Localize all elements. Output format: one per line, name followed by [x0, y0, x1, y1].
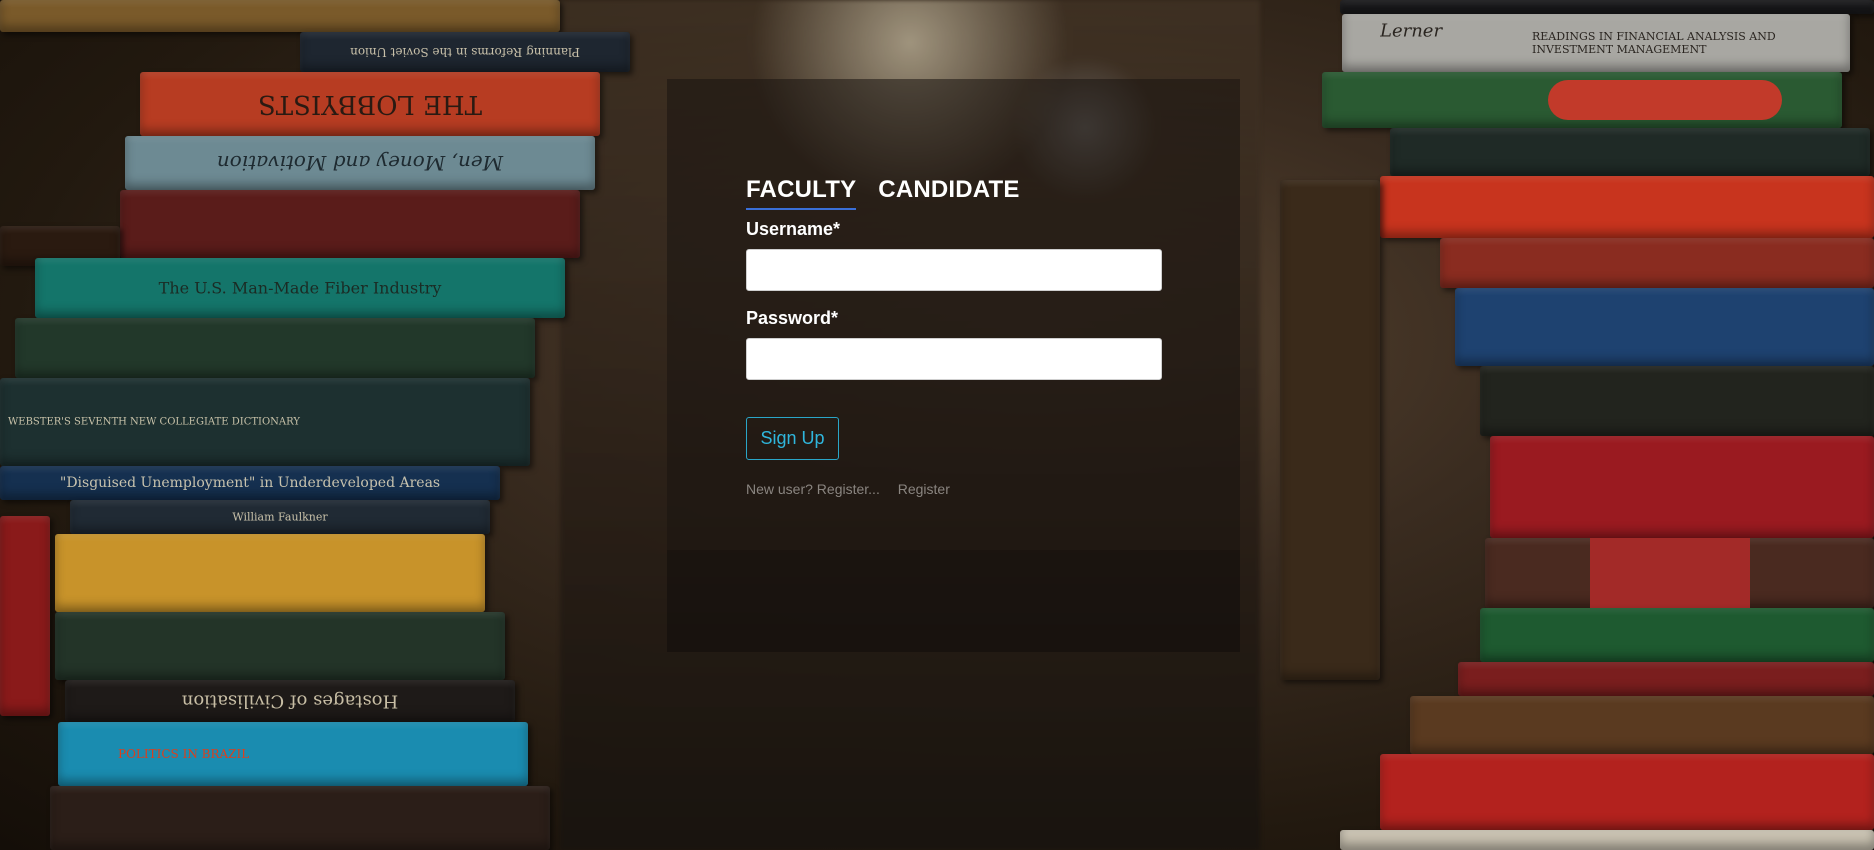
- book-label: [1548, 80, 1782, 120]
- login-panel-footer: [667, 550, 1240, 652]
- book: Planning Reforms in the Soviet Union: [300, 32, 630, 72]
- book-title: Men, Money and Motivation: [216, 151, 504, 175]
- book-title: READINGS IN FINANCIAL ANALYSIS AND INVES…: [1532, 30, 1776, 56]
- book: [1340, 830, 1874, 850]
- book: Lerner READINGS IN FINANCIAL ANALYSIS AN…: [1342, 14, 1850, 72]
- book: [1440, 238, 1874, 288]
- book: The U.S. Man-Made Fiber Industry: [35, 258, 565, 318]
- book: [1390, 128, 1870, 176]
- book: [1490, 436, 1874, 538]
- book: Hostages of Civilisation: [65, 680, 515, 722]
- book-label: [1590, 538, 1750, 608]
- register-link[interactable]: Register: [898, 481, 950, 497]
- book: [1480, 608, 1874, 662]
- book: [1380, 176, 1874, 238]
- book-title: THE LOBBYISTS: [258, 89, 482, 119]
- book-title: Planning Reforms in the Soviet Union: [350, 45, 580, 59]
- book: [1458, 662, 1874, 696]
- book: WEBSTER'S SEVENTH NEW COLLEGIATE DICTION…: [0, 378, 530, 466]
- right-book-stack: Lerner READINGS IN FINANCIAL ANALYSIS AN…: [1240, 0, 1874, 850]
- book: [1410, 696, 1874, 754]
- sign-up-button[interactable]: Sign Up: [746, 417, 839, 460]
- book: [55, 612, 505, 680]
- register-links: New user? Register... Register: [746, 481, 964, 497]
- book: [1340, 0, 1874, 14]
- book: William Faulkner: [70, 500, 490, 534]
- password-label: Password*: [746, 308, 839, 328]
- book-title: POLITICS IN BRAZIL: [118, 747, 250, 761]
- book: THE LOBBYISTS: [140, 72, 600, 136]
- role-tabs: FACULTY CANDIDATE: [746, 176, 1020, 210]
- book-title: William Faulkner: [232, 510, 328, 524]
- tab-faculty[interactable]: FACULTY: [746, 176, 857, 210]
- left-book-stack: Planning Reforms in the Soviet Union THE…: [0, 0, 700, 850]
- book: [0, 0, 560, 32]
- username-label: Username*: [746, 219, 841, 239]
- book: [15, 318, 535, 378]
- book: [50, 786, 550, 850]
- password-input[interactable]: [746, 338, 1162, 380]
- book: Men, Money and Motivation: [125, 136, 595, 190]
- book: POLITICS IN BRAZIL: [58, 722, 528, 786]
- book: [1322, 72, 1842, 128]
- book-title: Hostages of Civilisation: [181, 690, 399, 712]
- book-title: "Disguised Unemployment" in Underdevelop…: [59, 475, 441, 491]
- book: [0, 516, 50, 716]
- book: [1480, 366, 1874, 436]
- username-input[interactable]: [746, 249, 1162, 291]
- book: [120, 190, 580, 258]
- book: [1485, 538, 1874, 608]
- book: [55, 534, 485, 612]
- book: [1380, 754, 1874, 830]
- book: "Disguised Unemployment" in Underdevelop…: [0, 466, 500, 500]
- tab-candidate[interactable]: CANDIDATE: [878, 176, 1019, 210]
- book: [1280, 180, 1380, 680]
- book-title: The U.S. Man-Made Fiber Industry: [158, 278, 442, 298]
- book: [1455, 288, 1874, 366]
- book-title: WEBSTER'S SEVENTH NEW COLLEGIATE DICTION…: [8, 416, 300, 428]
- new-user-register-link[interactable]: New user? Register...: [746, 481, 880, 497]
